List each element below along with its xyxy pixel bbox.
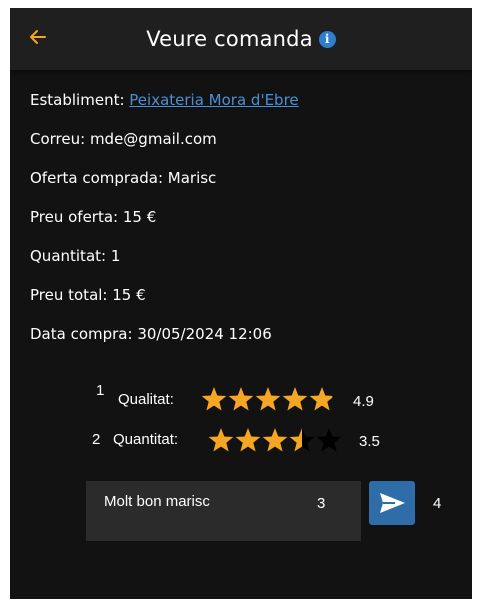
quantitat-value: 3.5 bbox=[359, 433, 380, 450]
callout-1: 1 bbox=[96, 382, 105, 399]
star-icon[interactable] bbox=[255, 387, 281, 411]
phone-screen: Veure comanda i Establiment: Peixateria M… bbox=[10, 8, 472, 599]
quantitat-stars[interactable] bbox=[207, 426, 347, 456]
star-icon[interactable] bbox=[228, 387, 254, 411]
quantitat-row: Quantitat: 1 bbox=[30, 247, 121, 265]
star-icon[interactable] bbox=[201, 387, 227, 411]
star-icon[interactable] bbox=[282, 387, 308, 411]
star-icon[interactable] bbox=[316, 428, 342, 452]
callout-2: 2 bbox=[92, 431, 101, 448]
establiment-row: Establiment: Peixateria Mora d'Ebre bbox=[30, 90, 299, 110]
preu-total-row: Preu total: 15 € bbox=[30, 286, 146, 304]
callout-4: 4 bbox=[433, 495, 442, 512]
establiment-link[interactable]: Peixateria Mora d'Ebre bbox=[129, 91, 298, 109]
app-bar: Veure comanda i bbox=[10, 8, 472, 70]
info-icon[interactable]: i bbox=[318, 31, 336, 48]
page-title: Veure comanda i bbox=[10, 25, 472, 53]
comment-text: Molt bon marisc bbox=[104, 493, 210, 510]
quantitat-label: Quantitat: bbox=[113, 431, 179, 448]
preu-oferta-row: Preu oferta: 15 € bbox=[30, 208, 157, 226]
star-icon[interactable] bbox=[289, 428, 315, 452]
qualitat-label: Qualitat: bbox=[118, 391, 174, 408]
qualitat-value: 4.9 bbox=[353, 393, 374, 410]
send-button[interactable] bbox=[369, 481, 415, 525]
oferta-row: Oferta comprada: Marisc bbox=[30, 169, 217, 187]
page-title-text: Veure comanda bbox=[146, 27, 313, 51]
callout-3: 3 bbox=[317, 495, 326, 512]
data-compra-row: Data compra: 30/05/2024 12:06 bbox=[30, 325, 272, 343]
star-icon[interactable] bbox=[309, 387, 335, 411]
star-icon[interactable] bbox=[262, 428, 288, 452]
qualitat-stars[interactable] bbox=[200, 385, 340, 415]
star-icon[interactable] bbox=[208, 428, 234, 452]
star-icon[interactable] bbox=[235, 428, 261, 452]
send-icon bbox=[380, 493, 405, 513]
correu-row: Correu: mde@gmail.com bbox=[30, 130, 217, 148]
establiment-label: Establiment: bbox=[30, 91, 125, 109]
